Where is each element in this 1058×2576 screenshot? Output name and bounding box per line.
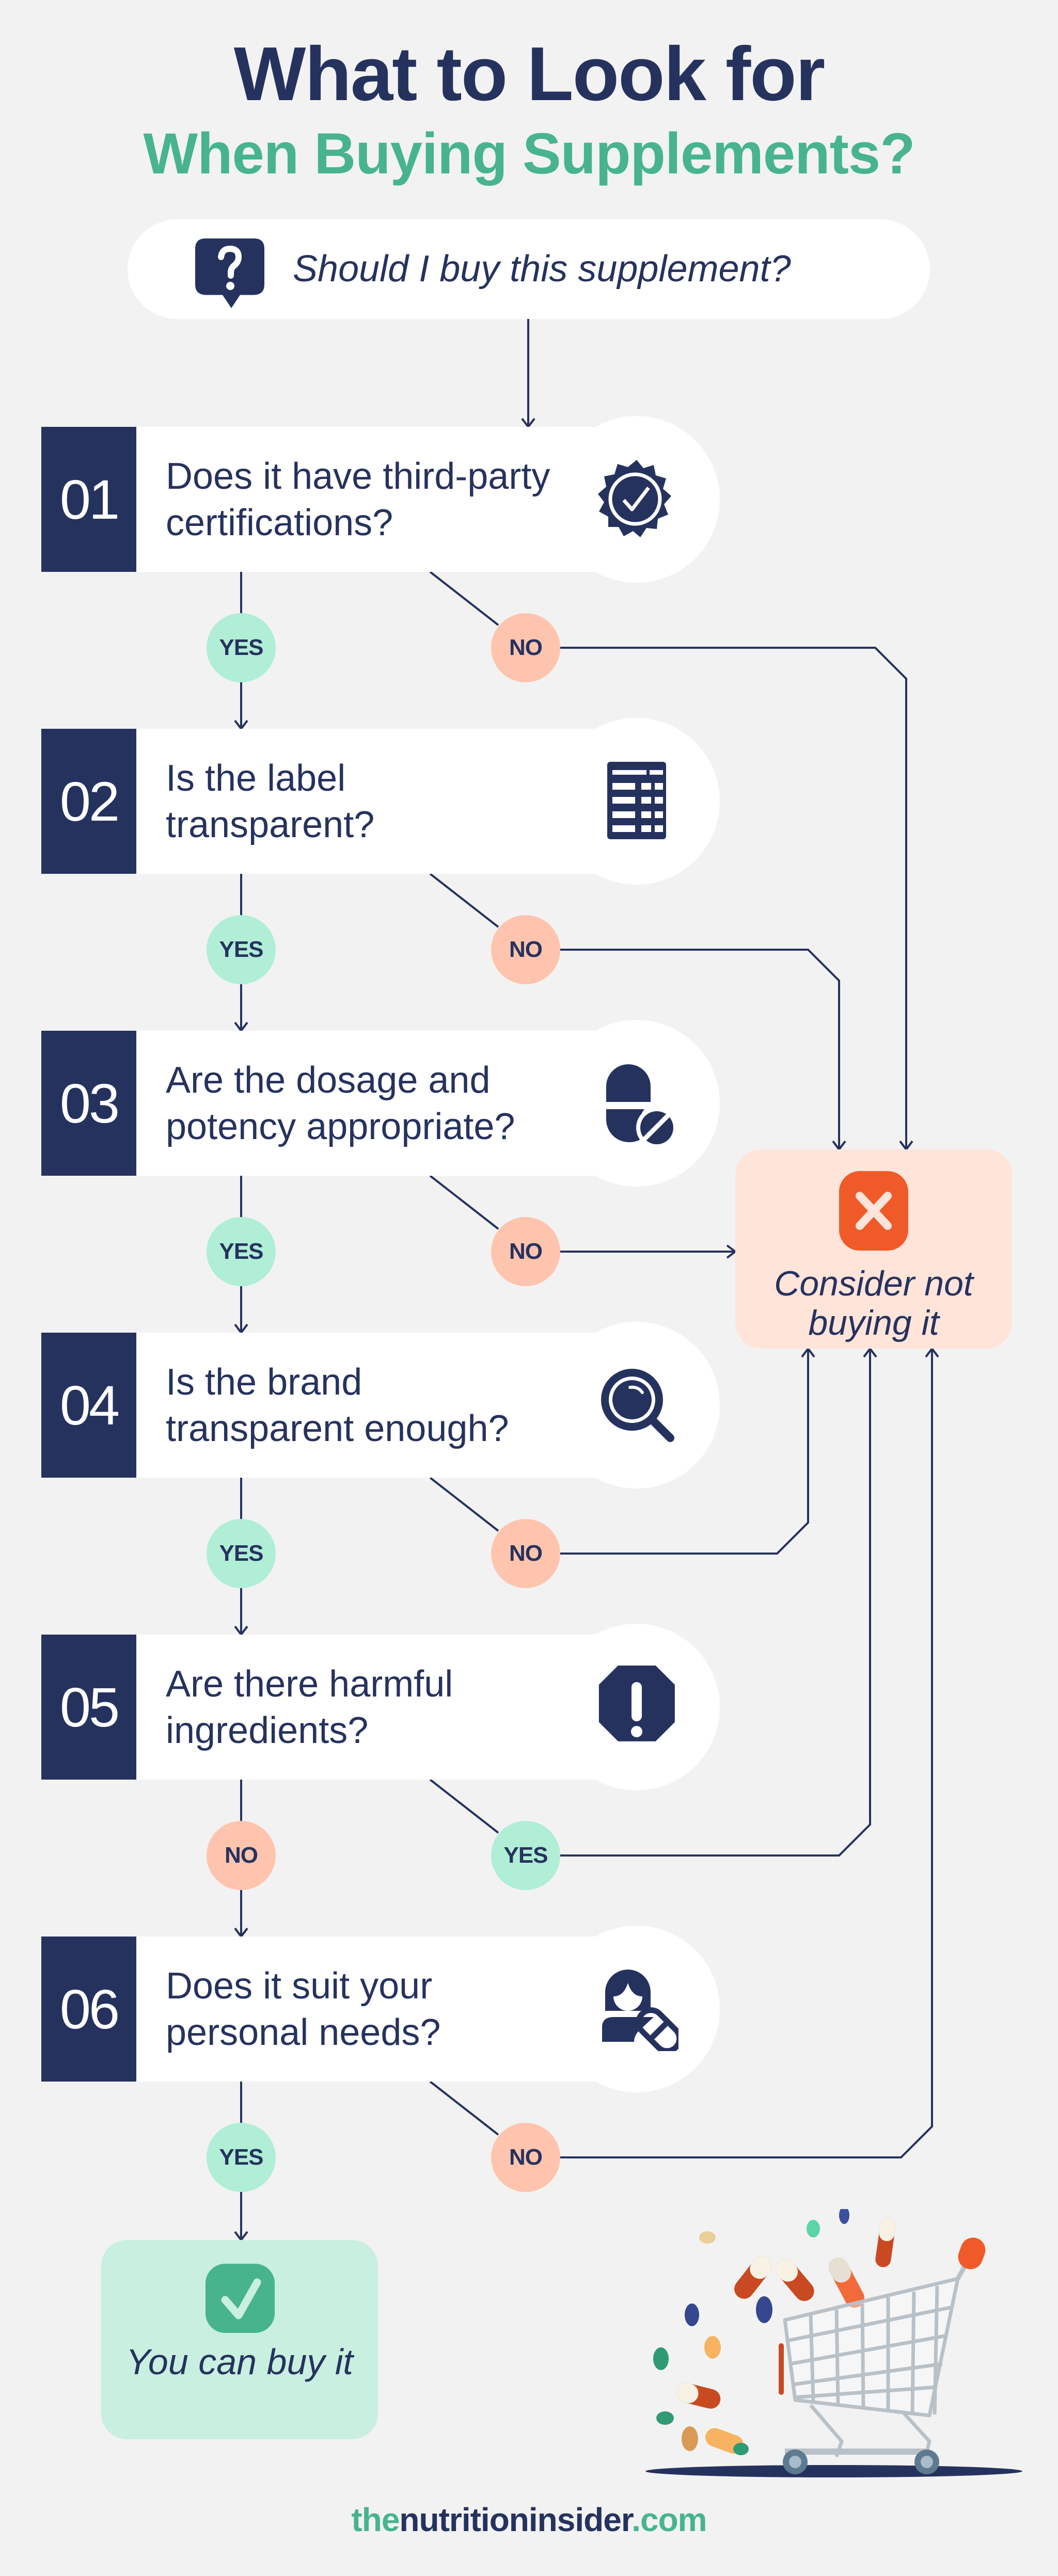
outcome-can-buy: You can buy it (101, 2240, 378, 2439)
step-number: 03 (41, 1031, 136, 1176)
step-02-yes-badge: YES (207, 915, 276, 984)
step-number: 04 (41, 1333, 136, 1478)
step-05-no-badge: NO (207, 1821, 276, 1890)
infographic: What to Look for When Buying Supplements… (0, 0, 1058, 2576)
step-02: 02 Is the label transparent? (41, 718, 764, 885)
check-icon (206, 2264, 275, 2333)
question-bubble-icon (195, 238, 264, 308)
step-04: 04 Is the brand transparent enough? (41, 1322, 764, 1489)
step-01-no-badge: NO (491, 613, 560, 682)
step-number: 05 (41, 1635, 136, 1780)
label-table-icon (607, 762, 666, 839)
step-question: Is the brand transparent enough? (166, 1361, 509, 1449)
certified-badge-icon (598, 460, 671, 537)
site-url-tld: .com (631, 2501, 707, 2538)
start-question-text: Should I buy this supplement? (293, 248, 791, 290)
connector-diagonal (429, 1779, 499, 1834)
step-02-no-badge: NO (491, 915, 560, 984)
start-question: Should I buy this supplement? (128, 219, 930, 319)
step-number: 06 (41, 1937, 136, 2082)
step-05-yes-badge: YES (491, 1821, 560, 1890)
magnifier-icon (601, 1369, 674, 1442)
step-06-yes-badge: YES (207, 2123, 276, 2192)
site-url-the: the (351, 2501, 400, 2538)
cart-shadow (645, 2465, 1022, 2477)
step-number: 02 (41, 729, 136, 874)
connector-diagonal (429, 2081, 499, 2136)
step-question: Are there harmful ingredients? (166, 1663, 453, 1751)
connector-diagonal (429, 1477, 499, 1532)
step-01-yes-badge: YES (207, 613, 276, 682)
person-pill-icon (602, 1970, 678, 2051)
step-04-no-badge: NO (491, 1519, 560, 1588)
step-question: Does it have third-party certifications? (166, 455, 550, 543)
shopping-cart-illustration (645, 2209, 1022, 2477)
step-question: Is the label transparent? (166, 757, 375, 845)
x-icon (839, 1171, 908, 1251)
step-06-no-badge: NO (491, 2123, 560, 2192)
step-05: 05 Are there harmful ingredients? (41, 1624, 764, 1790)
outcome-consider-not-buying: Consider not buying it (735, 1149, 1012, 1349)
step-03-yes-badge: YES (207, 1217, 276, 1286)
step-03-no-badge: NO (491, 1217, 560, 1286)
step-01: 01 Does it have third-party certification… (41, 416, 764, 583)
connector-diagonal (429, 571, 499, 626)
step-number: 01 (41, 427, 136, 572)
cart-handle (958, 2237, 986, 2269)
connector-diagonal (429, 1175, 499, 1230)
site-url-brand: nutritioninsider (399, 2501, 632, 2538)
connector-diagonal (429, 873, 499, 928)
step-06: 06 Does it suit your personal needs? (41, 1926, 764, 2092)
step-question: Does it suit your personal needs? (166, 1965, 441, 2053)
step-question: Are the dosage and potency appropriate? (166, 1059, 515, 1147)
step-03: 03 Are the dosage and potency appropriate… (41, 1020, 764, 1187)
warning-octagon-icon (598, 1666, 675, 1741)
site-url: thenutritioninsider.com (0, 2501, 1058, 2539)
cart-bumper (779, 2343, 784, 2395)
outcome-positive-text: You can buy it (126, 2342, 353, 2382)
step-04-yes-badge: YES (207, 1519, 276, 1588)
outcome-negative-text: Consider not buying it (774, 1264, 973, 1342)
pills-icon (606, 1064, 677, 1145)
